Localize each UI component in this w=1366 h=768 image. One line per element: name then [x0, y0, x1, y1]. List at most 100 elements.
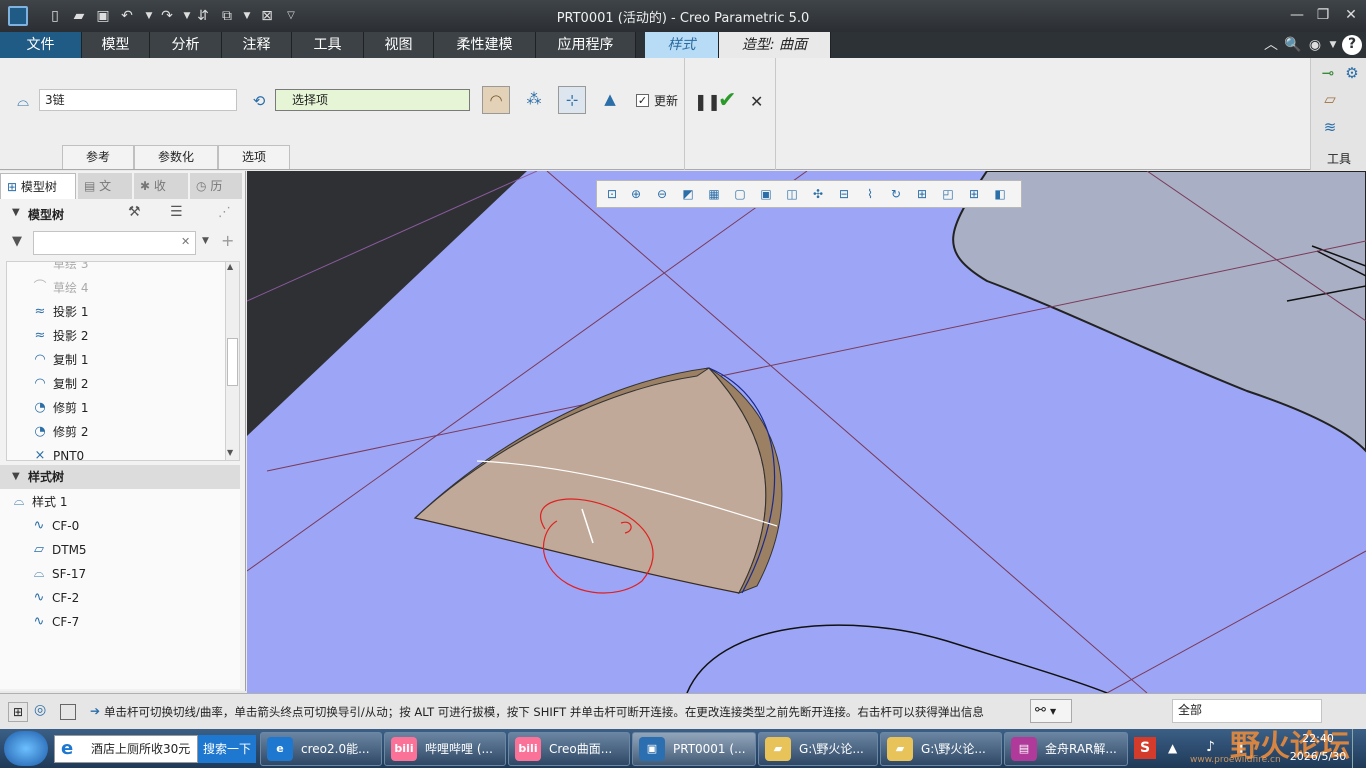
style-tree-item[interactable]: ▱ DTM5 — [0, 538, 240, 562]
browser-toggle-icon[interactable]: ◎ — [34, 702, 46, 718]
model-tree-item[interactable]: ◔ 修剪 2 — [7, 420, 225, 444]
taskbar-app-button[interactable]: e creo2.0能... — [260, 732, 382, 766]
tab-flexible-modeling[interactable]: 柔性建模 — [434, 32, 536, 58]
start-button[interactable] — [4, 731, 48, 766]
search-go-button[interactable]: 搜索一下 — [198, 735, 256, 763]
community-dropdown-icon[interactable]: ▼ — [1324, 36, 1342, 54]
zoom-out-icon[interactable]: ⊖ — [653, 185, 671, 203]
model-tree-item[interactable]: ≈ 投影 1 — [7, 300, 225, 324]
tab-references[interactable]: 参考 — [62, 145, 134, 169]
show-desktop-button[interactable] — [1352, 729, 1366, 768]
taskbar-app-button[interactable]: ▰ G:\野火论... — [758, 732, 878, 766]
model-tree-item[interactable]: ◔ 修剪 1 — [7, 396, 225, 420]
taskbar-app-button[interactable]: bili Creo曲面... — [508, 732, 630, 766]
grid-icon[interactable]: ⊞ — [913, 185, 931, 203]
tab-annotate[interactable]: 注释 — [222, 32, 292, 58]
datum-display-icon[interactable]: ⊟ — [835, 185, 853, 203]
update-checkbox[interactable]: ✓ — [636, 94, 649, 107]
model-tree-item[interactable]: ◠ 复制 1 — [7, 348, 225, 372]
zoom-in-icon[interactable]: ⊕ — [627, 185, 645, 203]
model-tree-item[interactable]: ⌒ 草绘 3 — [7, 262, 225, 276]
tab-style[interactable]: 样式 — [645, 32, 719, 58]
scroll-thumb[interactable] — [227, 338, 238, 386]
fullscreen-icon[interactable] — [60, 704, 76, 720]
model-view[interactable] — [247, 171, 1366, 693]
model-tree-item[interactable]: × PNT0 — [7, 444, 225, 460]
search-box[interactable]: e 酒店上厕所收30元 — [54, 735, 198, 763]
cancel-button[interactable]: ✕ — [750, 92, 763, 111]
tab-applications[interactable]: 应用程序 — [536, 32, 636, 58]
scroll-up-icon[interactable]: ▲ — [227, 262, 233, 271]
tab-folder-browser[interactable]: ▤ 文 — [78, 173, 132, 199]
tree-filter-icon[interactable]: ⋰ — [218, 205, 231, 220]
display-style-icon[interactable]: ▦ — [705, 185, 723, 203]
surface-preview-button[interactable]: ◠ — [482, 86, 510, 114]
section-icon[interactable]: ◫ — [783, 185, 801, 203]
tree-settings-icon[interactable]: ⚒ — [128, 204, 141, 220]
collapse-ribbon-icon[interactable]: ︿ — [1262, 36, 1280, 54]
restore-button[interactable]: ❐ — [1310, 4, 1336, 26]
community-icon[interactable]: ◉ — [1306, 36, 1324, 54]
layers-icon[interactable]: ◰ — [939, 185, 957, 203]
taskbar-app-button[interactable]: ▰ G:\野火论... — [880, 732, 1002, 766]
tab-parametrization[interactable]: 参数化 — [134, 145, 218, 169]
tab-file[interactable]: 文件 — [0, 32, 82, 58]
model-tree-item[interactable]: ≈ 投影 2 — [7, 324, 225, 348]
saved-views-icon[interactable]: ▢ — [731, 185, 749, 203]
style-tree-item[interactable]: ⌓ SF-17 — [0, 562, 240, 586]
sogou-ime-icon[interactable]: S — [1134, 737, 1156, 759]
style-tree-item[interactable]: ∿ CF-0 — [0, 514, 240, 538]
connection-tool-icon[interactable]: ⊸ — [1315, 60, 1341, 86]
tab-favorites[interactable]: ✱ 收 — [134, 173, 188, 199]
taskbar-app-button[interactable]: bili 哔哩哔哩 (... — [384, 732, 506, 766]
datum-plane-tool-icon[interactable]: ▱ — [1317, 86, 1343, 112]
tab-tools[interactable]: 工具 — [292, 32, 364, 58]
model-tree-item[interactable]: ⌒ 草绘 4 — [7, 276, 225, 300]
taskbar-app-button[interactable]: ▤ 金舟RAR解... — [1004, 732, 1128, 766]
ok-button[interactable]: ✔ — [718, 88, 736, 113]
navigator-toggle-icon[interactable]: ⊞ — [8, 702, 28, 722]
chain-field[interactable]: 3链 — [39, 89, 237, 111]
taskbar-app-button[interactable]: ▣ PRT0001 (... — [632, 732, 756, 766]
style-tree-item[interactable]: ∿ CF-7 — [0, 610, 240, 634]
curve-display-icon[interactable]: ⌇ — [861, 185, 879, 203]
pause-button[interactable]: ❚❚ — [694, 92, 721, 111]
close-button[interactable]: ✕ — [1338, 4, 1364, 26]
tray-arrow-icon[interactable]: ▲ — [1168, 741, 1177, 755]
tree-search-input[interactable] — [33, 231, 196, 255]
mirror-view-icon[interactable]: ◧ — [991, 185, 1009, 203]
control-points-button[interactable]: ⁂ — [521, 86, 547, 112]
collapse-style-tree-icon[interactable]: ▼ — [12, 471, 20, 482]
analysis-tool-icon[interactable]: ≋ — [1317, 114, 1343, 140]
clear-search-icon[interactable]: ✕ — [181, 235, 190, 248]
add-icon[interactable]: + — [221, 231, 234, 250]
tab-analysis[interactable]: 分析 — [150, 32, 222, 58]
curvature-analysis-button[interactable]: ▲ — [597, 86, 623, 112]
scroll-down-icon[interactable]: ▼ — [227, 448, 233, 457]
annotation-display-icon[interactable]: ✣ — [809, 185, 827, 203]
tab-options[interactable]: 选项 — [218, 145, 290, 169]
search-icon[interactable]: 🔍 — [1284, 36, 1302, 54]
select-items-field[interactable]: 选择项 — [275, 89, 470, 111]
selection-filter[interactable]: 全部 — [1172, 699, 1322, 723]
tab-model[interactable]: 模型 — [82, 32, 150, 58]
spin-center-icon[interactable]: ↻ — [887, 185, 905, 203]
tab-style-surface[interactable]: 造型: 曲面 — [719, 32, 831, 58]
help-icon[interactable]: ? — [1342, 35, 1362, 55]
connection-button[interactable]: ⊹ — [558, 86, 586, 114]
tree-columns-icon[interactable]: ☰ — [170, 204, 183, 220]
collapse-model-tree-icon[interactable]: ▼ — [12, 207, 20, 218]
search-dropdown-icon[interactable]: ▼ — [202, 236, 209, 246]
style-tree-item[interactable]: ∿ CF-2 — [0, 586, 240, 610]
repaint-icon[interactable]: ◩ — [679, 185, 697, 203]
tab-history[interactable]: ◷ 历 — [190, 173, 242, 199]
style-tree-item[interactable]: ⌓ 样式 1 — [0, 490, 240, 514]
perspective-icon[interactable]: ▣ — [757, 185, 775, 203]
find-button[interactable]: ⚯ ▼ — [1030, 699, 1072, 723]
graphics-window[interactable] — [247, 171, 1366, 693]
tab-view[interactable]: 视图 — [364, 32, 434, 58]
minimize-button[interactable]: — — [1284, 4, 1310, 26]
views-icon[interactable]: ⊞ — [965, 185, 983, 203]
model-tree-scrollbar[interactable]: ▲ ▼ — [225, 262, 239, 460]
model-tree-item[interactable]: ◠ 复制 2 — [7, 372, 225, 396]
